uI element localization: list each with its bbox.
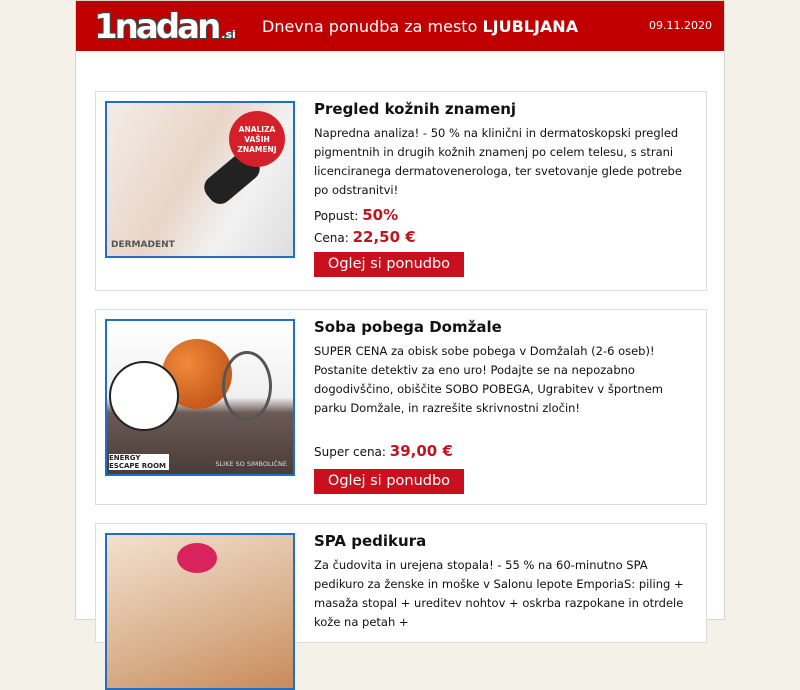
flower-icon <box>177 543 217 573</box>
offer-image[interactable]: ENERGY ESCAPE ROOM SLIKE SO SIMBOLIČNE <box>105 319 295 476</box>
offer-card: ANALIZA VAŠIH ZNAMENJ DERMADENT Pregled … <box>95 91 707 291</box>
view-offer-button[interactable]: Oglej si ponudbo <box>314 252 464 277</box>
newsletter: 1nadan .si Dnevna ponudba za mesto LJUBLJ… <box>75 0 725 690</box>
racket-icon <box>222 351 272 421</box>
badge: ANALIZA VAŠIH ZNAMENJ <box>229 111 285 167</box>
offer-title[interactable]: SPA pedikura <box>314 532 694 550</box>
price: Super cena: 39,00 € <box>314 442 453 460</box>
football-icon <box>109 361 179 431</box>
offer-description: SUPER CENA za obisk sobe pobega v Domžal… <box>314 344 663 415</box>
logo[interactable]: 1nadan .si <box>94 7 236 47</box>
offer-description: Za čudovita in urejena stopala! - 55 % n… <box>314 558 684 629</box>
brand: ENERGY ESCAPE ROOM <box>109 454 169 470</box>
price: Cena: 22,50 € <box>314 228 416 246</box>
brand: DERMADENT <box>111 240 175 250</box>
header: 1nadan .si Dnevna ponudba za mesto LJUBLJ… <box>76 1 724 51</box>
offer-title[interactable]: Pregled kožnih znamenj <box>314 100 694 118</box>
offer-image[interactable] <box>105 533 295 690</box>
offer-title[interactable]: Soba pobega Domžale <box>314 318 694 336</box>
offer-card: SPA pedikura Za čudovita in urejena stop… <box>95 523 707 690</box>
view-offer-button[interactable]: Oglej si ponudbo <box>314 469 464 494</box>
header-title: Dnevna ponudba za mesto LJUBLJANA <box>262 17 579 36</box>
discount: Popust: 50% <box>314 206 399 224</box>
offer-card: ENERGY ESCAPE ROOM SLIKE SO SIMBOLIČNE S… <box>95 309 707 505</box>
offer-image[interactable]: ANALIZA VAŠIH ZNAMENJ DERMADENT <box>105 101 295 258</box>
caption: SLIKE SO SIMBOLIČNE <box>215 460 287 468</box>
offer-description: Napredna analiza! - 50 % na klinični in … <box>314 126 682 197</box>
city: LJUBLJANA <box>482 17 579 36</box>
date: 09.11.2020 <box>649 19 712 32</box>
